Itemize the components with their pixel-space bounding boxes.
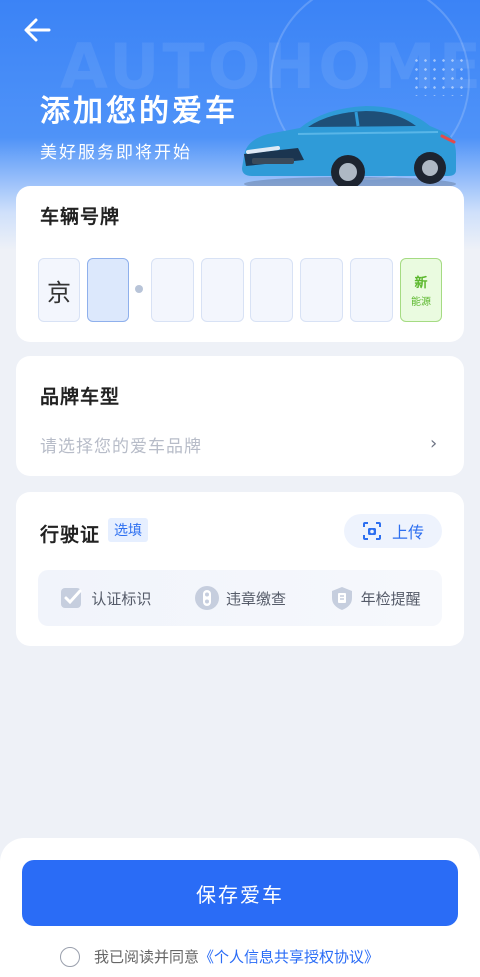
brand-select-placeholder[interactable]: 请选择您的爱车品牌: [40, 432, 202, 457]
plate-char-input-3[interactable]: [201, 258, 244, 322]
agree-text: 我已阅读并同意: [94, 948, 200, 966]
feature-label: 年检提醒: [360, 589, 421, 608]
brand-card[interactable]: 品牌车型 请选择您的爱车品牌 ›: [16, 356, 464, 476]
chevron-right-icon: ›: [430, 433, 438, 454]
save-car-button[interactable]: 保存爱车: [22, 860, 458, 926]
feature-violation: 违章缴查: [173, 585, 308, 611]
decorative-dots: [412, 56, 468, 96]
feature-label: 违章缴查: [226, 589, 287, 608]
new-energy-label-1: 新: [414, 276, 428, 291]
plate-char-input-6[interactable]: [350, 258, 393, 322]
footer-panel: 保存爱车 我已阅读并同意《个人信息共享授权协议》: [0, 838, 480, 977]
plate-province-value: 京: [47, 278, 71, 307]
upload-button[interactable]: 上传: [344, 514, 442, 548]
optional-tag: 选填: [108, 518, 148, 542]
plate-char-input-4[interactable]: [250, 258, 293, 322]
new-energy-label-2: 能源: [411, 297, 431, 308]
plate-char-input-2[interactable]: [151, 258, 194, 322]
page-title: 添加您的爱车: [40, 94, 238, 129]
agreement-link[interactable]: 《个人信息共享授权协议》: [199, 948, 379, 966]
arrow-left-icon: [24, 18, 51, 42]
plate-char-input-1[interactable]: [87, 258, 129, 322]
page-subtitle: 美好服务即将开始: [40, 143, 192, 163]
brand-section-title: 品牌车型: [40, 386, 121, 408]
agreement-row: 我已阅读并同意《个人信息共享授权协议》: [60, 946, 379, 967]
license-card: 行驶证 选填 上传 认证标识 违章缴查 年检提醒: [16, 492, 464, 646]
traffic-light-icon: [194, 585, 220, 611]
back-button[interactable]: [22, 14, 62, 46]
feature-inspection: 年检提醒: [307, 585, 442, 611]
new-energy-plate-input[interactable]: 新 能源: [400, 258, 442, 322]
plate-section-title: 车辆号牌: [40, 206, 121, 228]
camera-scan-icon: [362, 522, 381, 540]
license-features-bar: 认证标识 违章缴查 年检提醒: [38, 570, 442, 626]
plate-province-selector[interactable]: 京: [38, 258, 80, 322]
license-section-title: 行驶证: [40, 524, 101, 546]
plate-card: 车辆号牌 京 新 能源: [16, 186, 464, 342]
agree-radio[interactable]: [60, 946, 80, 967]
inspection-shield-icon: [329, 585, 355, 611]
plate-char-input-5[interactable]: [300, 258, 343, 322]
feature-verified: 认证标识: [38, 585, 173, 611]
plate-separator-dot: [135, 285, 143, 293]
car-illustration: [242, 106, 456, 191]
feature-label: 认证标识: [91, 589, 152, 608]
verified-check-icon: [59, 585, 85, 611]
upload-label: 上传: [391, 523, 424, 542]
